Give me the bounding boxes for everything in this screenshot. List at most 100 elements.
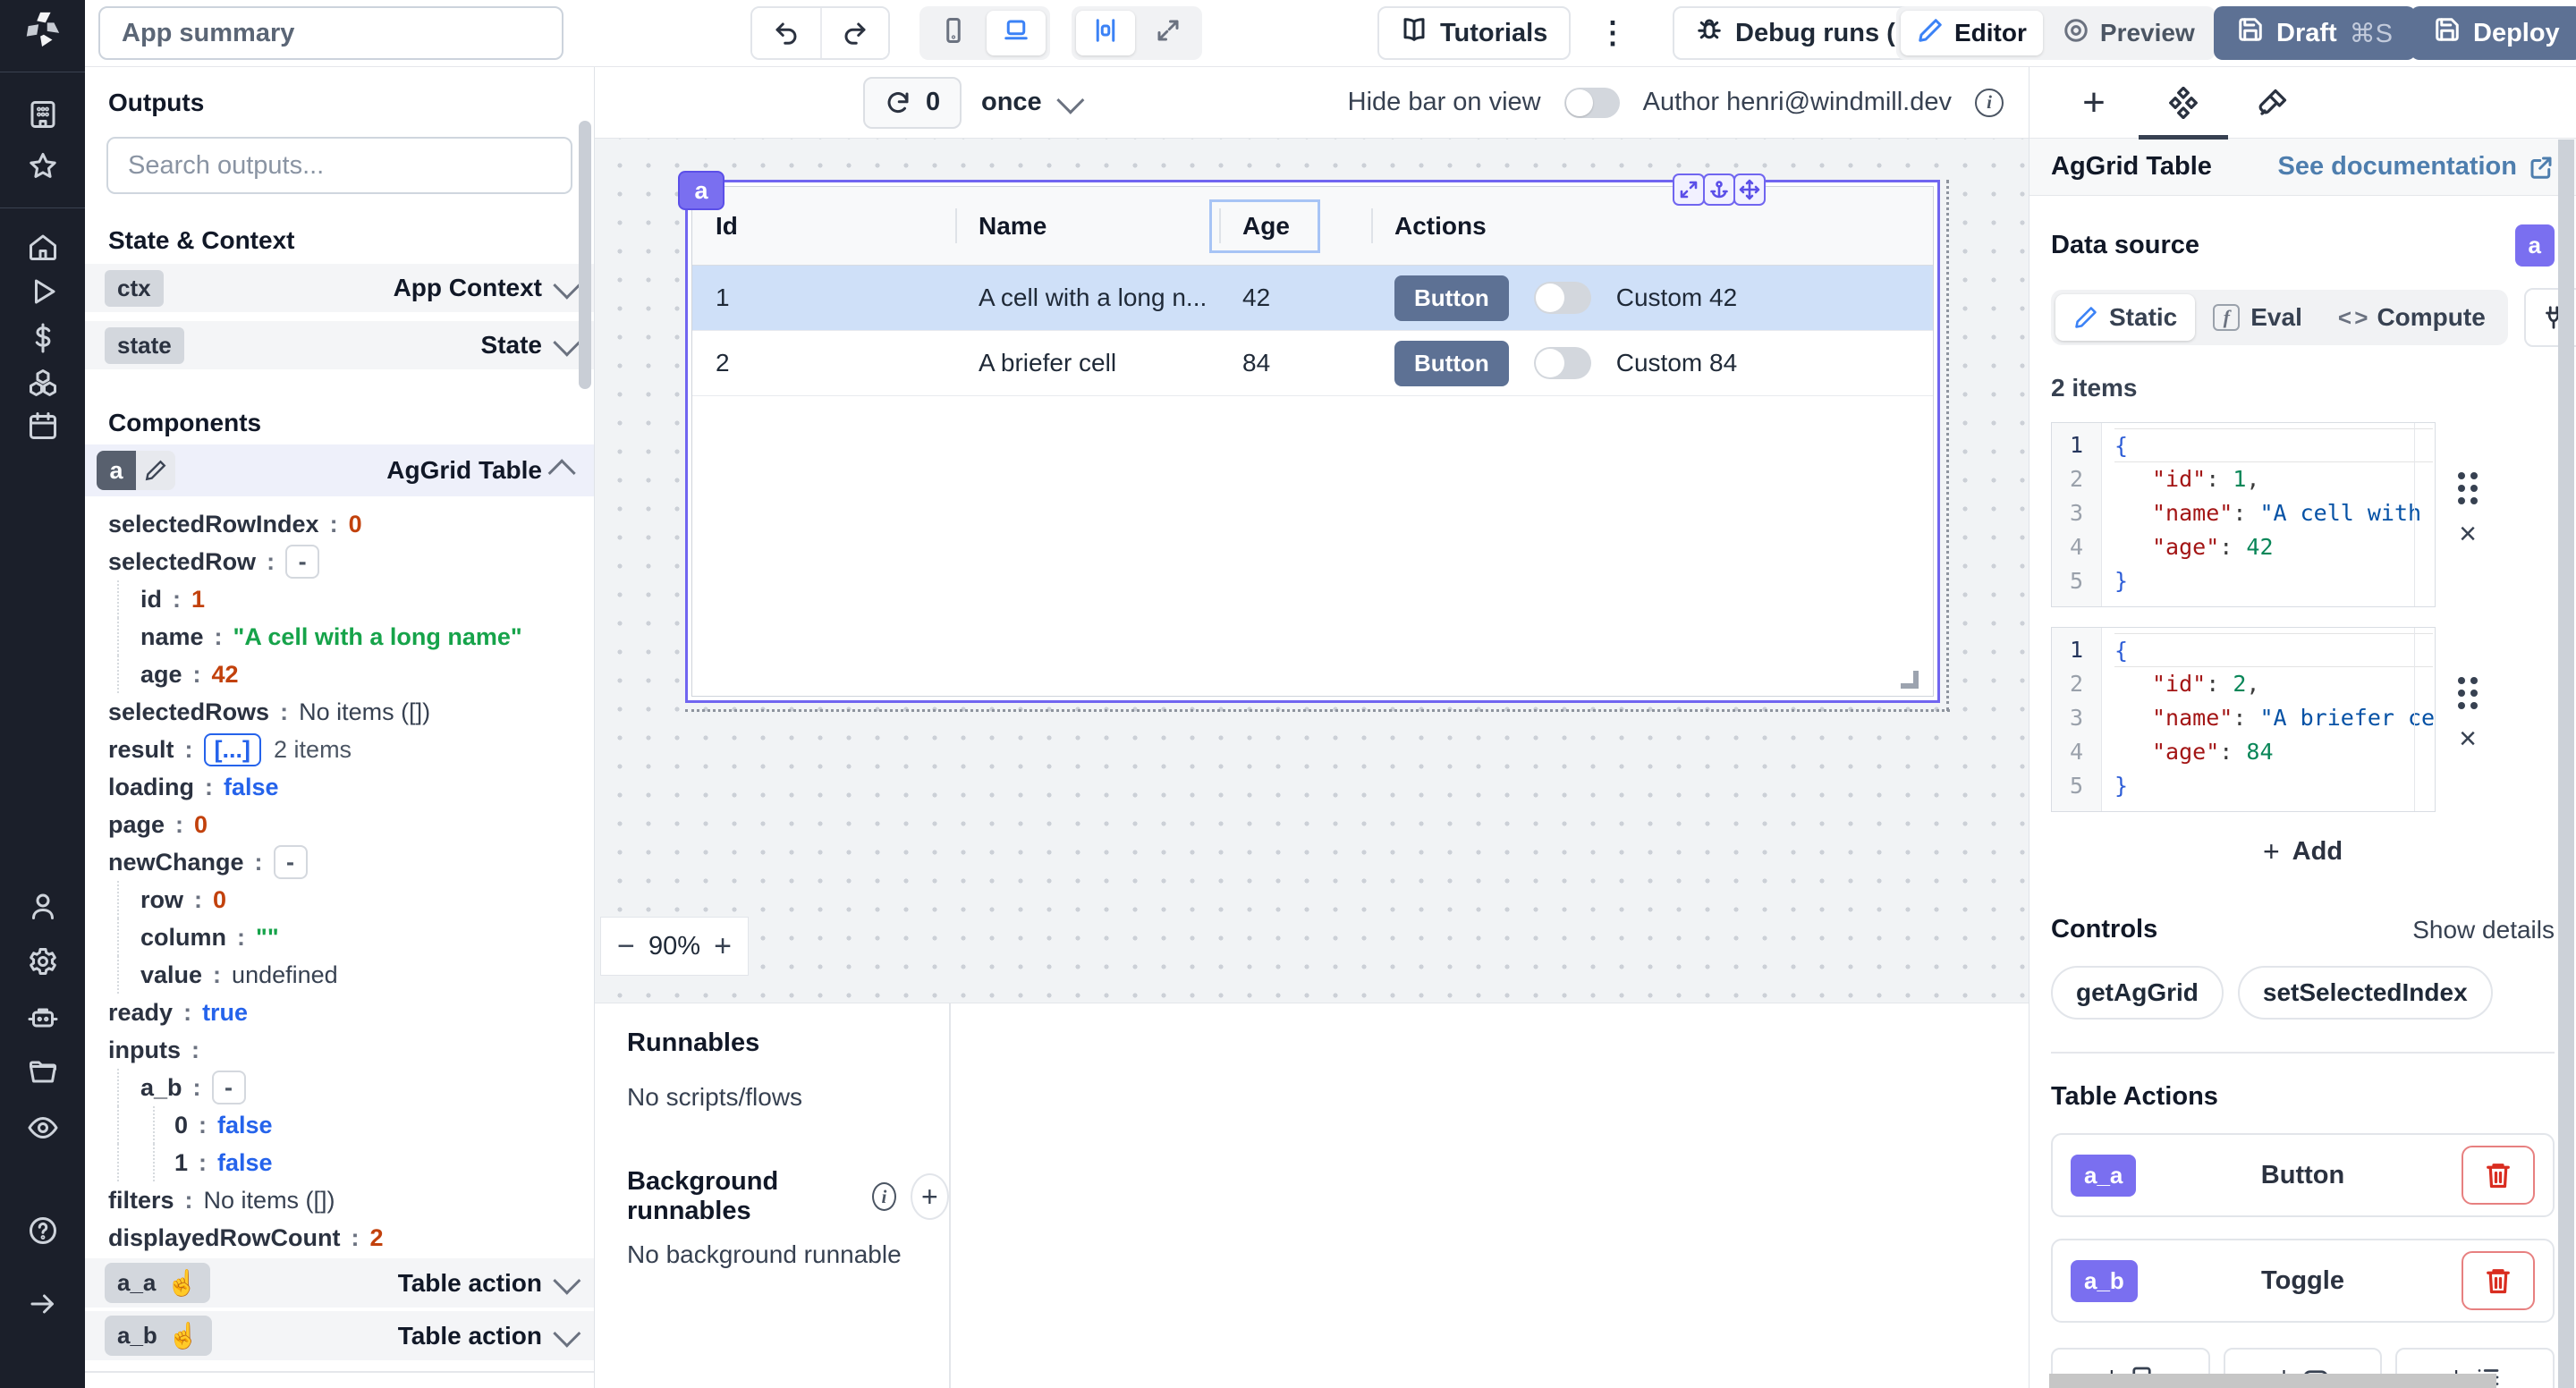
- row-action-button[interactable]: Button: [1394, 341, 1509, 386]
- outputs-scrollbar[interactable]: [579, 121, 591, 389]
- delete-action-button[interactable]: [2462, 1251, 2535, 1310]
- refresh-button[interactable]: 0: [863, 77, 962, 129]
- windmill-logo-icon[interactable]: [21, 9, 63, 50]
- user-icon[interactable]: [27, 890, 59, 922]
- info-icon[interactable]: i: [872, 1182, 896, 1211]
- output-prop[interactable]: id:1: [85, 580, 594, 618]
- table-action-row-a_a[interactable]: a_a☝ Table action: [85, 1258, 594, 1309]
- audit-eye-icon[interactable]: [27, 1112, 59, 1144]
- table-action-row-a_b[interactable]: a_b☝ Table action: [85, 1311, 594, 1362]
- desktop-view-button[interactable]: [987, 11, 1046, 55]
- aggrid-component-selected[interactable]: a Id Name Age Actions: [685, 180, 1940, 703]
- resources-boxes-icon[interactable]: [27, 367, 59, 399]
- output-prop[interactable]: inputs:: [85, 1031, 594, 1069]
- row-toggle[interactable]: [1534, 282, 1591, 314]
- component-settings-tab[interactable]: [2139, 67, 2228, 139]
- output-prop[interactable]: 0:false: [85, 1106, 594, 1144]
- styling-tab[interactable]: [2228, 67, 2318, 139]
- delete-action-button[interactable]: [2462, 1146, 2535, 1205]
- expand-sidebar-arrow-icon[interactable]: [27, 1288, 59, 1320]
- collapse-button[interactable]: -: [274, 845, 308, 879]
- insert-component-tab[interactable]: +: [2049, 67, 2139, 139]
- output-prop[interactable]: page:0: [85, 806, 594, 843]
- output-prop[interactable]: selectedRowIndex:0: [85, 505, 594, 543]
- remove-item-button[interactable]: ×: [2459, 519, 2477, 549]
- column-header-id[interactable]: Id: [692, 187, 955, 265]
- expand-handle-icon[interactable]: [1673, 174, 1705, 206]
- move-handle-icon[interactable]: [1733, 174, 1766, 206]
- workspace-icon[interactable]: [27, 98, 59, 131]
- settings-scrollbar-horizontal[interactable]: [2049, 1374, 2496, 1388]
- table-row-selected[interactable]: 1 A cell with a long n... 42 Button Cust…: [692, 266, 1933, 331]
- output-prop[interactable]: result:[...]2 items: [85, 731, 594, 768]
- eval-mode-tab[interactable]: f Eval: [2195, 294, 2320, 341]
- rename-pencil-icon[interactable]: [136, 451, 175, 490]
- folders-icon[interactable]: [27, 1057, 59, 1089]
- schedules-calendar-icon[interactable]: [27, 410, 59, 442]
- column-header-actions[interactable]: Actions: [1371, 187, 1933, 265]
- output-prop[interactable]: a_b:-: [85, 1069, 594, 1106]
- drag-handle-icon[interactable]: [2458, 472, 2478, 504]
- output-prop[interactable]: row:0: [85, 881, 594, 918]
- show-details-link[interactable]: Show details: [2412, 916, 2555, 944]
- output-prop[interactable]: age:42: [85, 656, 594, 693]
- output-prop[interactable]: selectedRows:No items ([]): [85, 693, 594, 731]
- remove-item-button[interactable]: ×: [2459, 724, 2477, 754]
- control-pill-setselectedindex[interactable]: setSelectedIndex: [2238, 966, 2493, 1020]
- code-editor[interactable]: 12345 { "id": 1, "name": "A cell with a …: [2051, 422, 2436, 607]
- variables-dollar-icon[interactable]: [27, 322, 59, 354]
- hide-bar-toggle[interactable]: [1564, 88, 1620, 118]
- ai-bot-icon[interactable]: [27, 1002, 59, 1034]
- center-layout-button[interactable]: [1076, 11, 1135, 55]
- anchor-handle-icon[interactable]: [1703, 174, 1735, 206]
- settings-scrollbar-vertical[interactable]: [2558, 140, 2574, 1388]
- editor-tab[interactable]: Editor: [1901, 11, 2043, 55]
- output-prop[interactable]: ready:true: [85, 994, 594, 1031]
- favorites-star-icon[interactable]: [27, 150, 59, 182]
- outputs-search-input[interactable]: [128, 151, 551, 181]
- add-background-runnable-button[interactable]: +: [911, 1173, 949, 1220]
- row-action-button[interactable]: Button: [1394, 275, 1509, 321]
- tutorials-button[interactable]: Tutorials: [1377, 6, 1571, 60]
- expand-result-button[interactable]: [...]: [204, 733, 262, 766]
- more-menu-button[interactable]: ⋮: [1595, 6, 1631, 60]
- collapse-button[interactable]: -: [285, 545, 319, 579]
- collapse-button[interactable]: -: [212, 1071, 246, 1104]
- row-toggle[interactable]: [1534, 347, 1591, 379]
- full-width-button[interactable]: [1139, 11, 1198, 55]
- deploy-button[interactable]: Deploy: [2411, 6, 2576, 60]
- frequency-dropdown[interactable]: once: [981, 77, 1078, 129]
- output-prop[interactable]: displayedRowCount:2: [85, 1219, 594, 1257]
- output-prop[interactable]: filters:No items ([]): [85, 1181, 594, 1219]
- context-row-ctx[interactable]: ctx App Context: [85, 264, 594, 312]
- output-prop[interactable]: newChange:-: [85, 843, 594, 881]
- settings-gear-icon[interactable]: [27, 945, 59, 978]
- preview-tab[interactable]: Preview: [2046, 11, 2211, 55]
- table-row[interactable]: 2 A briefer cell 84 Button Custom 84: [692, 331, 1933, 396]
- column-header-name[interactable]: Name: [955, 187, 1219, 265]
- output-prop[interactable]: 1:false: [85, 1144, 594, 1181]
- undo-button[interactable]: [752, 6, 820, 60]
- component-tag[interactable]: a: [678, 171, 724, 210]
- runs-play-icon[interactable]: [27, 275, 59, 308]
- app-summary-input[interactable]: [98, 6, 564, 60]
- control-pill-getaggrid[interactable]: getAgGrid: [2051, 966, 2224, 1020]
- static-mode-tab[interactable]: Static: [2055, 294, 2195, 341]
- context-row-state[interactable]: state State: [85, 321, 594, 369]
- zoom-in-button[interactable]: +: [714, 931, 732, 961]
- add-item-button[interactable]: +Add: [2263, 835, 2343, 868]
- home-icon[interactable]: [27, 231, 59, 263]
- drag-handle-icon[interactable]: [2458, 677, 2478, 709]
- help-icon[interactable]: [27, 1214, 59, 1247]
- code-editor[interactable]: 12345 { "id": 2, "name": "A briefer cell…: [2051, 627, 2436, 812]
- output-prop[interactable]: selectedRow:-: [85, 543, 594, 580]
- output-prop[interactable]: column:"": [85, 918, 594, 956]
- mobile-view-button[interactable]: [924, 11, 983, 55]
- info-icon[interactable]: i: [1975, 89, 2004, 117]
- see-documentation-link[interactable]: See documentation: [2278, 152, 2555, 182]
- table-resize-corner[interactable]: [1901, 671, 1919, 689]
- output-prop[interactable]: value:undefined: [85, 956, 594, 994]
- compute-mode-tab[interactable]: < > Compute: [2320, 294, 2504, 341]
- canvas-grid[interactable]: a Id Name Age Actions: [595, 139, 2029, 1003]
- save-draft-button[interactable]: Draft ⌘S: [2214, 6, 2416, 60]
